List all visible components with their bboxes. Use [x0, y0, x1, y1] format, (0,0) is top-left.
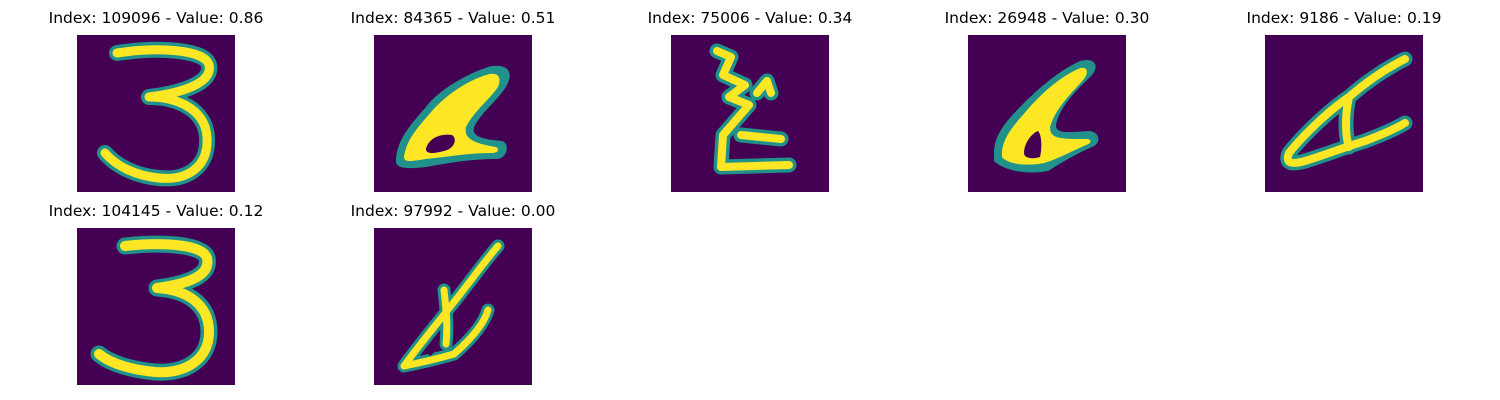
panel-title: Index: 109096 - Value: 0.86: [48, 9, 264, 27]
z-like-stroke-image: [671, 35, 829, 192]
panel-title: Index: 75006 - Value: 0.34: [647, 9, 853, 27]
image-panel-3: Index: 75006 - Value: 0.34: [630, 8, 870, 198]
blob-stroke-image: [968, 35, 1126, 192]
blob-stroke-image: [374, 35, 532, 192]
panel-title: Index: 97992 - Value: 0.00: [350, 202, 556, 220]
panel-title: Index: 84365 - Value: 0.51: [350, 9, 556, 27]
slanted-stroke-image: [1265, 35, 1423, 192]
image-panel-5: Index: 9186 - Value: 0.19: [1224, 8, 1464, 198]
image-panel-7: Index: 97992 - Value: 0.00: [333, 201, 573, 391]
image-panel-2: Index: 84365 - Value: 0.51: [333, 8, 573, 198]
digit-three-image: [77, 35, 235, 192]
panel-title: Index: 26948 - Value: 0.30: [944, 9, 1150, 27]
image-panel-4: Index: 26948 - Value: 0.30: [927, 8, 1167, 198]
slanted-stroke-image: [374, 228, 532, 385]
image-panel-6: Index: 104145 - Value: 0.12: [36, 201, 276, 391]
panel-title: Index: 9186 - Value: 0.19: [1246, 9, 1442, 27]
image-panel-1: Index: 109096 - Value: 0.86: [36, 8, 276, 198]
digit-three-image: [77, 228, 235, 385]
panel-title: Index: 104145 - Value: 0.12: [48, 202, 264, 220]
